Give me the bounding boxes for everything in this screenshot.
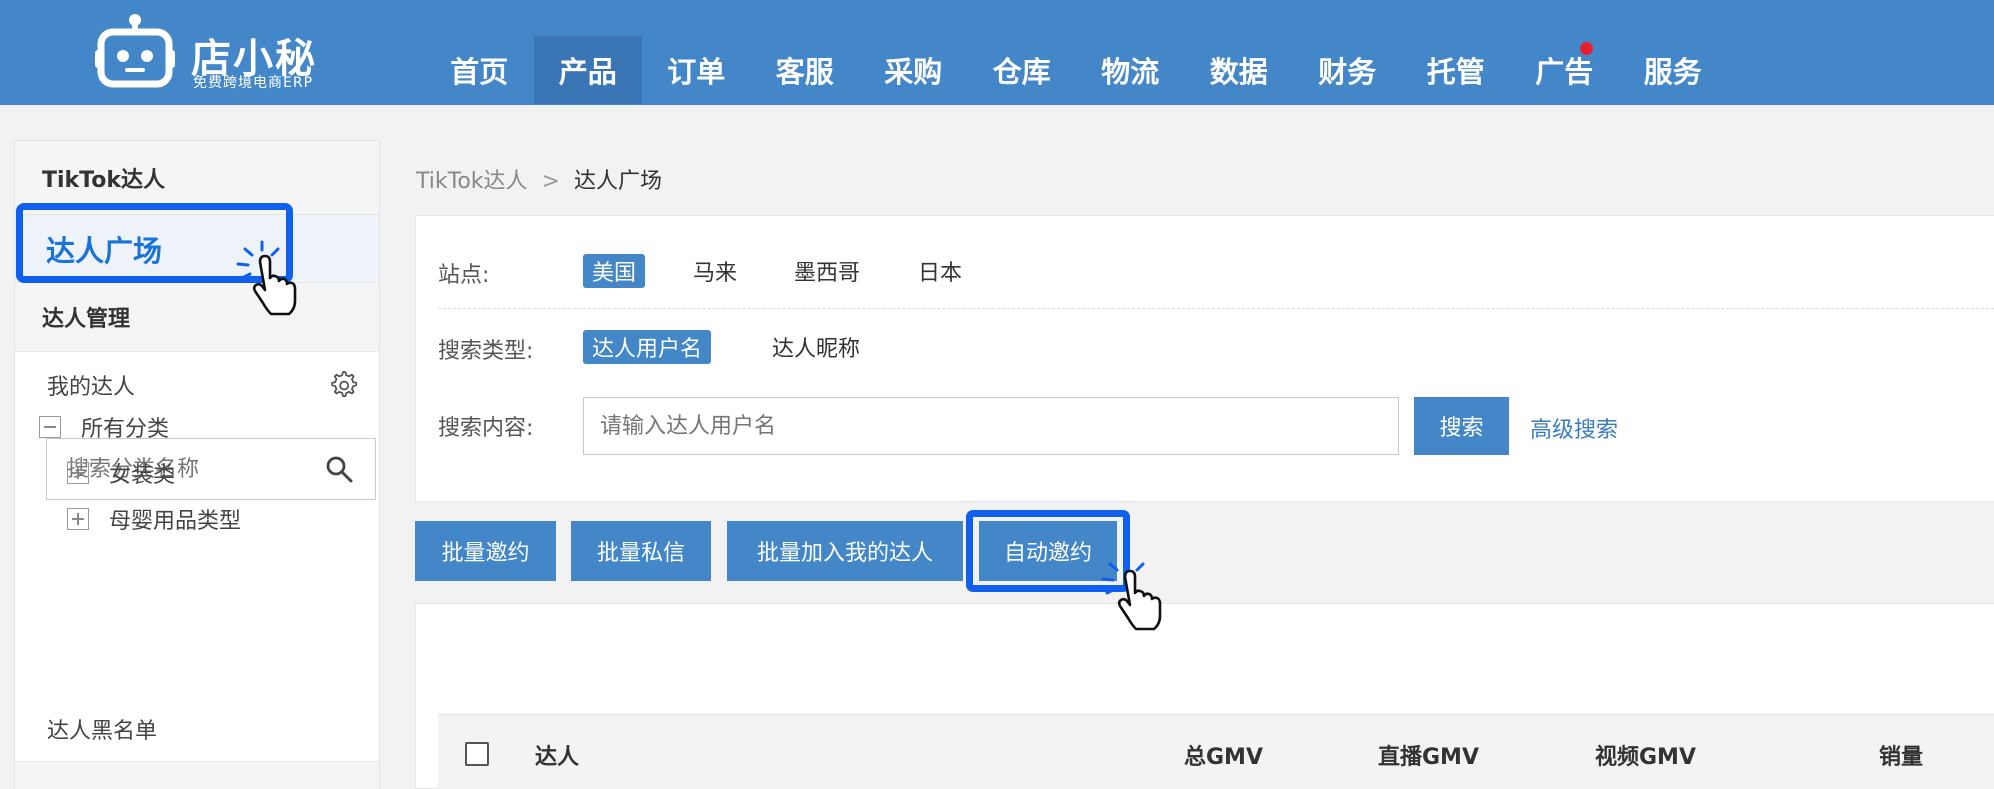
nav-label: 采购 (884, 55, 943, 89)
site-option-japan[interactable]: 日本 (909, 254, 971, 288)
nav-label: 物流 (1101, 55, 1160, 89)
nav-item-customer-service[interactable]: 客服 (751, 36, 860, 104)
search-content-label: 搜索内容: (438, 416, 534, 441)
tree-item-all-categories[interactable]: 所有分类 (39, 411, 169, 443)
sidebar-group-talent-management: 达人管理 (15, 282, 379, 352)
sidebar-item-my-talent[interactable]: 我的达人 (15, 352, 379, 418)
advanced-search-link[interactable]: 高级搜索 (1530, 412, 1618, 444)
nav-label: 服务 (1643, 55, 1702, 89)
sidebar-item-label: 我的达人 (47, 375, 136, 400)
sidebar-item-blacklist[interactable]: 达人黑名单 (47, 713, 157, 745)
nav-item-logistics[interactable]: 物流 (1076, 36, 1185, 104)
tree-item-womens-clothing[interactable]: 女装类 (67, 457, 175, 489)
nav-label: 数据 (1209, 55, 1268, 89)
nav-label: 财务 (1318, 55, 1377, 89)
site-option-us[interactable]: 美国 (583, 254, 646, 288)
nav-label: 产品 (558, 55, 617, 89)
filter-panel: 站点: 美国 马来 墨西哥 日本 搜索类型: 达人用户名 达人昵称 搜索内容: … (415, 215, 1994, 502)
gear-icon[interactable] (327, 369, 359, 401)
brand-logo[interactable]: 店小秘 免费跨境电商ERP (95, 12, 325, 94)
site-option-malaysia[interactable]: 马来 (684, 254, 746, 288)
tree-item-label: 女装类 (109, 463, 176, 488)
nav-item-data[interactable]: 数据 (1185, 36, 1294, 104)
nav-item-orders[interactable]: 订单 (642, 36, 751, 104)
batch-invite-button[interactable]: 批量邀约 (415, 521, 556, 581)
nav-item-finance[interactable]: 财务 (1293, 36, 1402, 104)
nav-item-home[interactable]: 首页 (425, 36, 534, 104)
tree-item-maternity-baby[interactable]: 母婴用品类型 (67, 503, 241, 535)
brand-tagline: 免费跨境电商ERP (193, 75, 314, 91)
nav-item-services[interactable]: 服务 (1619, 36, 1728, 104)
pointing-hand-icon (236, 240, 297, 316)
column-header-video-gmv[interactable]: 视频GMV (1595, 739, 1696, 771)
column-header-sales[interactable]: 销量 (1879, 739, 1923, 771)
tree-item-label: 所有分类 (81, 417, 170, 442)
batch-add-my-talent-button[interactable]: 批量加入我的达人 (727, 521, 963, 581)
nav-label: 托管 (1426, 55, 1485, 89)
nav-label: 首页 (450, 55, 509, 89)
nav-label: 订单 (667, 55, 726, 89)
breadcrumb-parent[interactable]: TikTok达人 (416, 169, 528, 194)
column-header-live-gmv[interactable]: 直播GMV (1378, 739, 1479, 771)
top-navigation-bar: 店小秘 免费跨境电商ERP 首页 产品 订单 客服 采购 仓库 物流 数据 财务… (0, 0, 1994, 105)
table-header: 达人 总GMV 直播GMV 视频GMV 销量 (438, 714, 1994, 789)
batch-message-button[interactable]: 批量私信 (571, 521, 711, 581)
main-nav: 首页 产品 订单 客服 采购 仓库 物流 数据 财务 托管 广告 服务 (425, 36, 1727, 104)
search-button[interactable]: 搜索 (1414, 397, 1509, 455)
notification-dot (1579, 42, 1593, 55)
nav-label: 客服 (775, 55, 834, 89)
select-all-checkbox[interactable] (465, 742, 489, 766)
search-type-label: 搜索类型: (438, 339, 534, 364)
expand-icon[interactable] (67, 462, 89, 484)
nav-item-warehouse[interactable]: 仓库 (968, 36, 1077, 104)
talent-search-input[interactable] (583, 397, 1399, 455)
nav-item-hosting[interactable]: 托管 (1402, 36, 1511, 104)
nav-item-products[interactable]: 产品 (533, 36, 642, 104)
expand-icon[interactable] (67, 508, 89, 530)
breadcrumb: TikTok达人 > 达人广场 (416, 163, 662, 195)
breadcrumb-current: 达人广场 (573, 169, 662, 194)
breadcrumb-separator: > (541, 169, 560, 194)
search-type-username[interactable]: 达人用户名 (583, 330, 712, 364)
nav-item-purchasing[interactable]: 采购 (859, 36, 968, 104)
tree-item-label: 母婴用品类型 (109, 509, 242, 534)
nav-label: 仓库 (992, 55, 1051, 89)
nav-label: 广告 (1535, 55, 1594, 89)
nav-item-ads[interactable]: 广告 (1510, 36, 1619, 104)
talent-table: 达人 总GMV 直播GMV 视频GMV 销量 (415, 603, 1994, 789)
site-label: 站点: (438, 263, 490, 288)
column-header-talent[interactable]: 达人 (535, 739, 579, 771)
filter-divider (438, 308, 1994, 309)
sidebar-footer (15, 761, 379, 789)
column-header-total-gmv[interactable]: 总GMV (1184, 739, 1263, 771)
search-type-nickname[interactable]: 达人昵称 (763, 330, 869, 364)
collapse-icon[interactable] (39, 416, 61, 438)
pointing-hand-icon (1101, 555, 1162, 631)
robot-logo-icon (95, 14, 175, 88)
site-option-mexico[interactable]: 墨西哥 (785, 254, 869, 288)
search-icon[interactable] (325, 455, 353, 483)
